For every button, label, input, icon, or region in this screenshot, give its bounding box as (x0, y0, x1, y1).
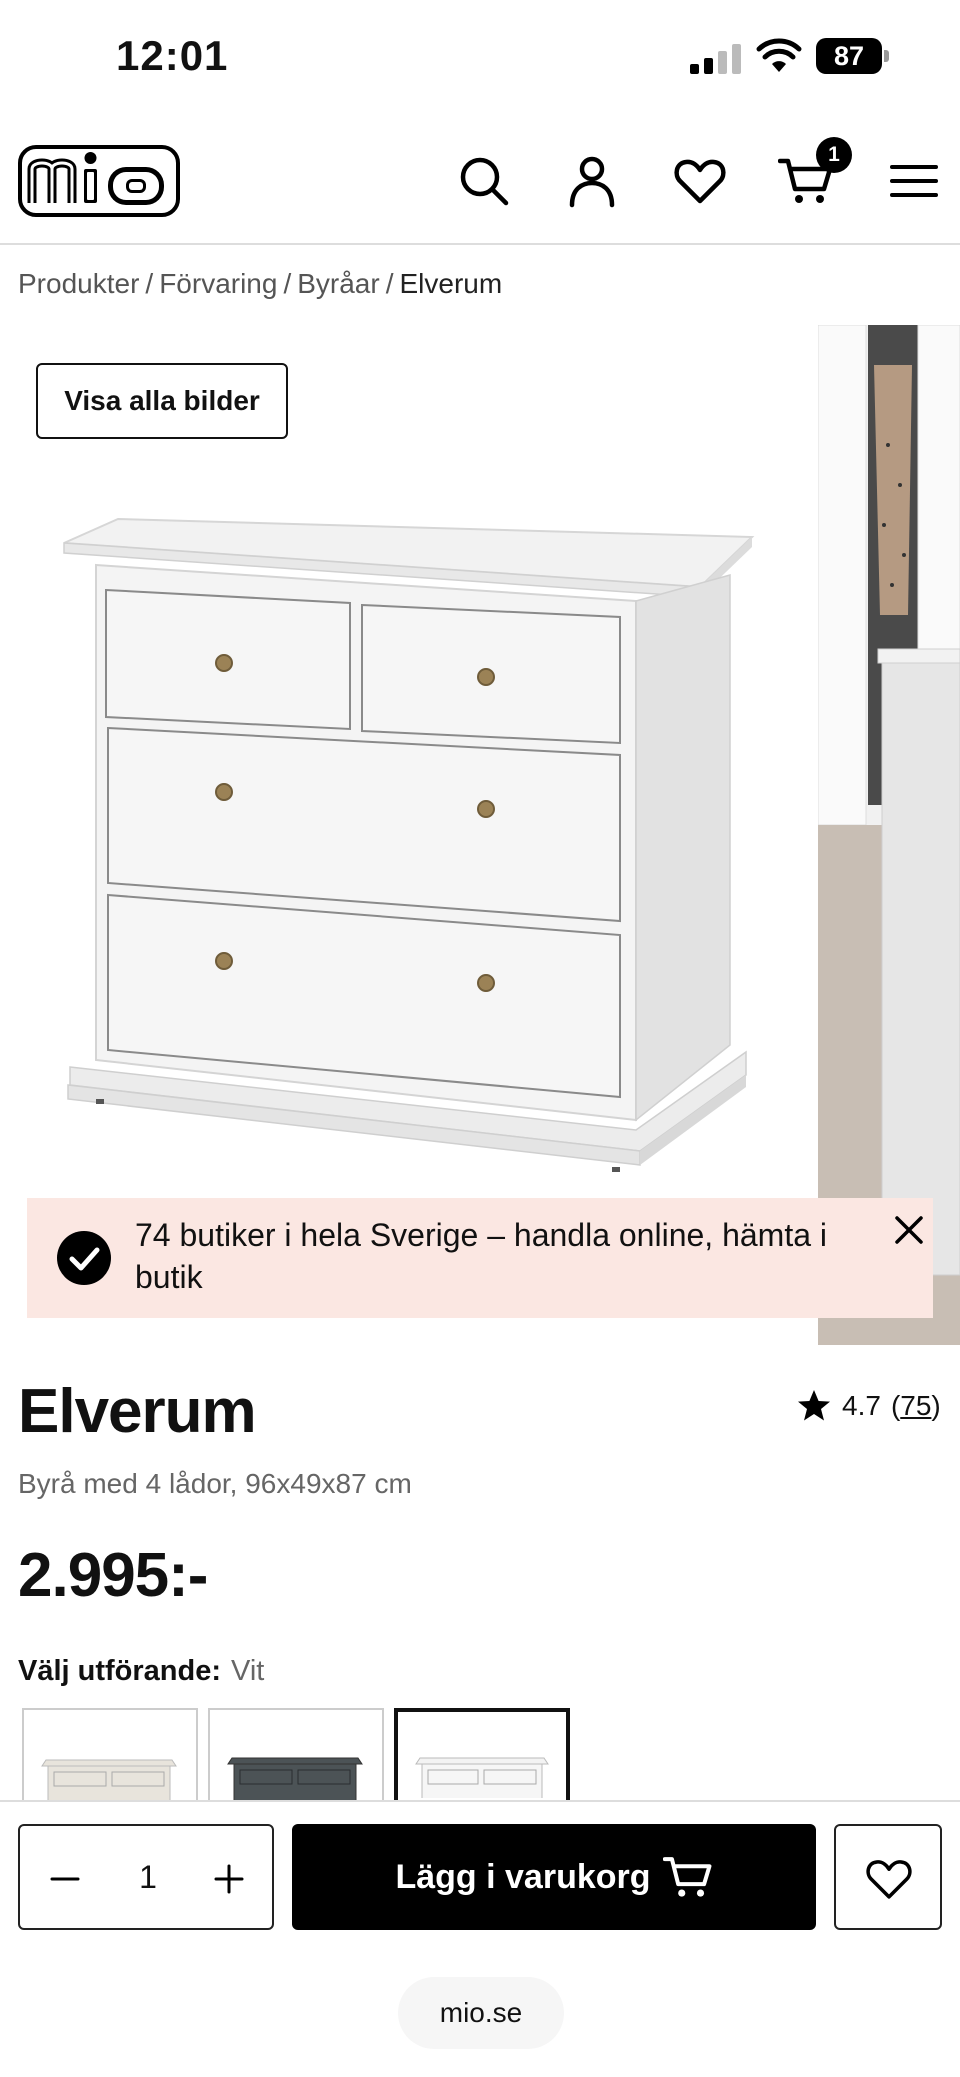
product-image-secondary[interactable] (818, 325, 960, 1345)
cart-count-badge: 1 (816, 137, 852, 173)
breadcrumb-item[interactable]: Byråar (297, 268, 379, 299)
battery-level: 87 (816, 38, 882, 74)
mio-logo[interactable] (18, 145, 180, 217)
checkmark-circle-icon (57, 1231, 111, 1285)
plus-icon[interactable] (214, 1864, 244, 1894)
breadcrumb-current: Elverum (399, 268, 503, 299)
cart-icon (662, 1857, 711, 1897)
account-icon[interactable] (564, 153, 620, 209)
product-gallery[interactable]: Visa alla bilder (0, 325, 960, 1345)
room-scene-illustration (818, 325, 960, 1345)
dresser-thumbnail (41, 1759, 177, 1802)
dresser-illustration (63, 517, 755, 1172)
cellular-signal-icon (690, 44, 741, 74)
quantity-stepper: 1 (18, 1824, 274, 1930)
variant-swatch[interactable] (208, 1708, 384, 1802)
sticky-purchase-bar: 1 Lägg i varukorg mio.se (0, 1800, 960, 2077)
battery-icon: 87 (816, 38, 890, 74)
dresser-thumbnail (415, 1757, 549, 1802)
show-all-images-button[interactable]: Visa alla bilder (36, 363, 288, 439)
toast-message: 74 butiker i hela Sverige – handla onlin… (135, 1217, 827, 1295)
close-icon[interactable] (891, 1212, 927, 1248)
wifi-icon (756, 38, 802, 72)
product-price: 2.995:- (18, 1541, 208, 1610)
breadcrumb-item[interactable]: Produkter (18, 268, 139, 299)
menu-icon[interactable] (886, 153, 942, 209)
variant-swatch[interactable] (22, 1708, 198, 1802)
product-rating[interactable]: 4.7 (75) (796, 1388, 941, 1424)
review-count-open: ( (890, 1390, 901, 1421)
product-subtitle: Byrå med 4 lådor, 96x49x87 cm (18, 1468, 412, 1499)
variant-swatches (22, 1708, 922, 1802)
review-count-close: ) (931, 1390, 941, 1421)
variant-label-value: Vit (231, 1655, 265, 1687)
minus-icon[interactable] (50, 1864, 80, 1894)
product-title: Elverum (18, 1377, 257, 1446)
store-info-toast: 74 butiker i hela Sverige – handla onlin… (27, 1198, 933, 1318)
rating-value: 4.7 (842, 1390, 881, 1421)
variant-label-key: Välj utförande: (18, 1655, 222, 1687)
quantity-value[interactable]: 1 (110, 1826, 186, 1928)
browser-url-pill[interactable]: mio.se (398, 1977, 564, 2049)
dresser-thumbnail (227, 1757, 363, 1802)
search-icon[interactable] (456, 153, 512, 209)
site-header: 1 (0, 115, 960, 245)
review-count-link[interactable]: 75 (900, 1390, 931, 1422)
breadcrumb-item[interactable]: Förvaring (159, 268, 277, 299)
variant-label: Välj utförande: Vit (18, 1655, 264, 1688)
heart-icon (866, 1860, 912, 1899)
product-image-main[interactable] (0, 325, 810, 1345)
status-time: 12:01 (116, 32, 229, 79)
status-bar: 12:01 87 (0, 0, 960, 115)
wishlist-heart-icon[interactable] (672, 153, 728, 209)
add-to-cart-label: Lägg i varukorg (395, 1857, 651, 1896)
add-to-wishlist-button[interactable] (834, 1824, 942, 1930)
variant-swatch-selected[interactable] (394, 1708, 570, 1802)
star-icon (798, 1390, 830, 1421)
add-to-cart-button[interactable]: Lägg i varukorg (292, 1824, 816, 1930)
breadcrumb: Produkter / Förvaring / Byråar / Elverum (18, 268, 503, 299)
